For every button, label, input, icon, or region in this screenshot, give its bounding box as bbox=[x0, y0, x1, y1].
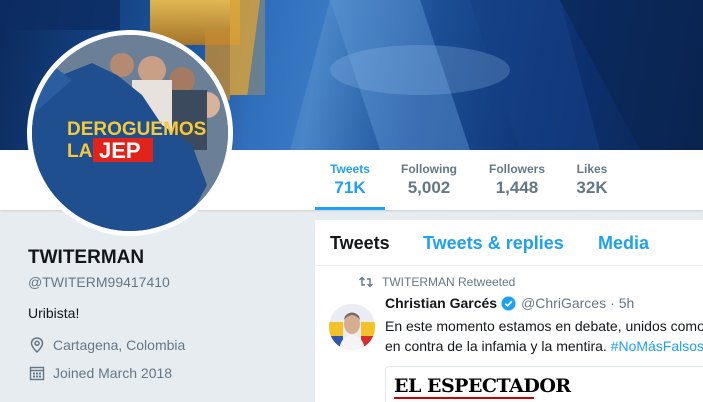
tab-tweets-replies[interactable]: Tweets & replies bbox=[423, 233, 564, 254]
joined-text: Joined March 2018 bbox=[53, 365, 173, 381]
link-card[interactable]: EL ESPECTADOR bbox=[385, 366, 703, 402]
timeline: Tweets Tweets & replies Media TWITERMAN … bbox=[315, 220, 703, 402]
card-logo-rule bbox=[394, 397, 534, 399]
stat-following[interactable]: Following 5,002 bbox=[393, 150, 465, 210]
calendar-icon bbox=[29, 366, 45, 381]
profile-sidebar: TWITERMAN @TWITERM99417410 Uribista! Car… bbox=[0, 210, 315, 402]
tweet-text-line: en contra de la infamia y la mentira. #N… bbox=[385, 336, 703, 356]
tweet-header: Christian Garcés @ChriGarces · 5h bbox=[385, 295, 634, 311]
profile-name[interactable]: TWITERMAN bbox=[28, 247, 144, 269]
avatar-la-text: LA bbox=[67, 141, 93, 162]
stat-label: Likes bbox=[576, 162, 608, 176]
stat-value: 71K bbox=[334, 178, 366, 197]
profile-handle[interactable]: @TWITERM99417410 bbox=[28, 274, 170, 290]
profile-joined: Joined March 2018 bbox=[28, 364, 172, 382]
avatar-jep-text: JEP bbox=[99, 138, 141, 163]
location-text: Cartagena, Colombia bbox=[53, 337, 186, 353]
avatar-headline: DEROGUEMOS bbox=[67, 119, 206, 140]
profile-avatar[interactable]: DEROGUEMOS LA JEP bbox=[27, 30, 233, 236]
stat-value: 32K bbox=[576, 178, 608, 197]
location-icon bbox=[30, 337, 44, 354]
tweet-author-name[interactable]: Christian Garcés bbox=[385, 295, 497, 311]
tweet-text-body: en contra de la infamia y la mentira. bbox=[385, 338, 607, 354]
profile-bio: Uribista! bbox=[28, 305, 80, 321]
tweet-author-avatar[interactable] bbox=[329, 304, 375, 350]
hashtag-link[interactable]: #NoMásFalsos bbox=[611, 338, 703, 354]
profile-location: Cartagena, Colombia bbox=[28, 336, 185, 354]
tweet-author-handle[interactable]: @ChriGarces bbox=[521, 295, 606, 311]
retweet-context: TWITERMAN Retweeted bbox=[359, 275, 515, 289]
card-logo: EL ESPECTADOR bbox=[394, 375, 571, 397]
tab-tweets[interactable]: Tweets bbox=[330, 233, 390, 254]
stat-followers[interactable]: Followers 1,448 bbox=[481, 150, 553, 210]
retweet-label[interactable]: TWITERMAN Retweeted bbox=[382, 275, 515, 289]
stat-tweets[interactable]: Tweets 71K bbox=[315, 150, 385, 210]
tab-media[interactable]: Media bbox=[598, 233, 649, 254]
tweet-timestamp[interactable]: 5h bbox=[619, 295, 635, 311]
retweet-icon bbox=[359, 276, 373, 288]
stat-label: Followers bbox=[488, 162, 545, 176]
stat-likes[interactable]: Likes 32K bbox=[567, 150, 617, 210]
author-photo bbox=[329, 304, 375, 350]
separator-dot: · bbox=[610, 295, 615, 311]
timeline-tabs: Tweets Tweets & replies Media bbox=[315, 220, 703, 266]
stat-label: Following bbox=[401, 162, 457, 176]
stat-value: 5,002 bbox=[407, 178, 451, 197]
avatar-image: DEROGUEMOS LA JEP bbox=[32, 35, 228, 231]
stat-label: Tweets bbox=[330, 162, 370, 176]
tweet-text-line: En este momento estamos en debate, unido… bbox=[385, 318, 703, 334]
stat-value: 1,448 bbox=[495, 178, 539, 197]
tweet-text: En este momento estamos en debate, unido… bbox=[385, 316, 703, 356]
verified-icon bbox=[501, 295, 516, 311]
